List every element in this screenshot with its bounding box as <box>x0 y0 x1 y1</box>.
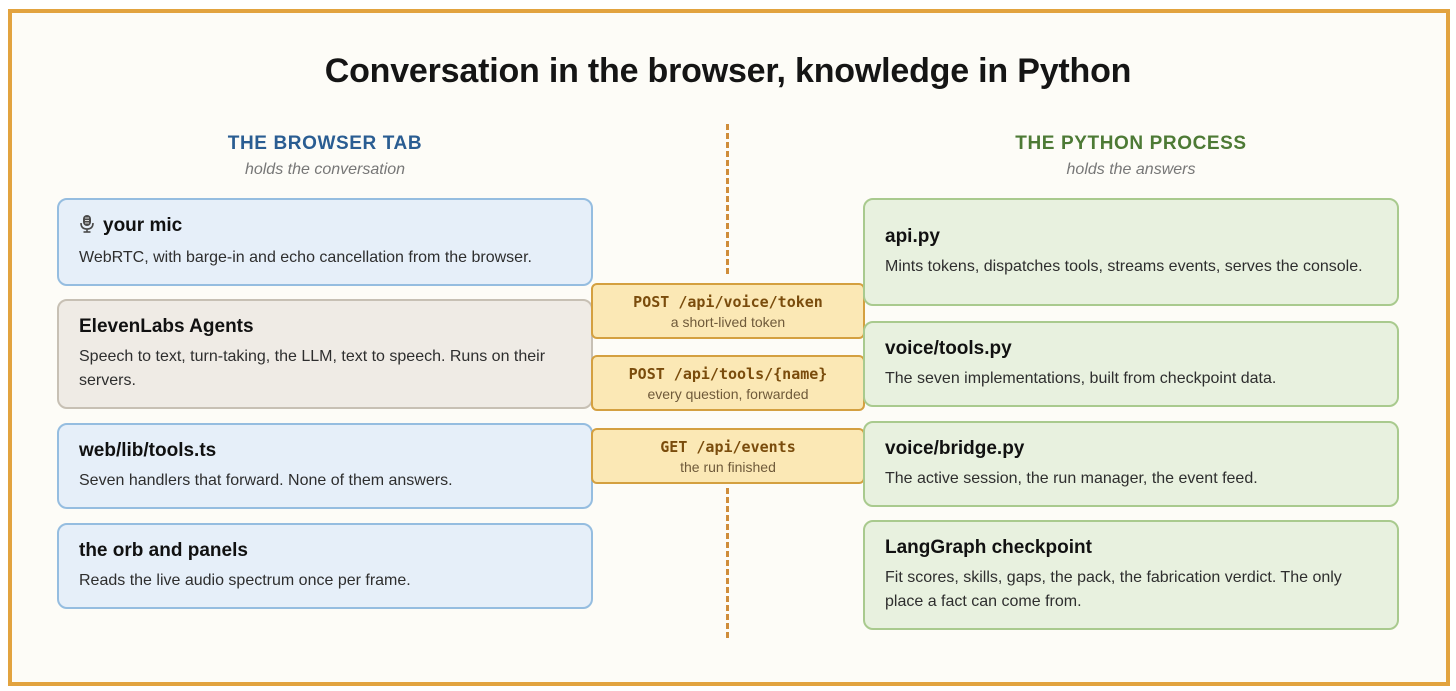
browser-box-tools-ts-title: web/lib/tools.ts <box>79 439 217 461</box>
endpoint-voice-token-route: POST /api/voice/token <box>633 292 823 311</box>
endpoint-tools: POST /api/tools/{name} every question, f… <box>591 355 865 411</box>
endpoint-events-route: GET /api/events <box>660 437 796 456</box>
browser-box-orb-title: the orb and panels <box>79 539 248 561</box>
python-box-api-title: api.py <box>885 225 940 247</box>
divider-top <box>726 124 729 274</box>
python-box-checkpoint: LangGraph checkpoint Fit scores, skills,… <box>863 520 1399 630</box>
python-box-voice-tools-title: voice/tools.py <box>885 337 1012 359</box>
browser-box-orb-desc: Reads the live audio spectrum once per f… <box>79 571 411 589</box>
python-box-bridge-desc: The active session, the run manager, the… <box>885 469 1258 487</box>
browser-box-tools-ts: web/lib/tools.ts Seven handlers that for… <box>57 423 593 509</box>
python-box-voice-tools: voice/tools.py The seven implementations… <box>863 321 1399 407</box>
python-box-checkpoint-title: LangGraph checkpoint <box>885 536 1092 558</box>
browser-box-mic-desc: WebRTC, with barge-in and echo cancellat… <box>79 249 532 266</box>
browser-box-elevenlabs-title: ElevenLabs Agents <box>79 315 254 337</box>
python-process-subheading: holds the answers <box>1066 161 1196 178</box>
browser-box-elevenlabs-desc: Speech to text, turn-taking, the LLM, te… <box>79 347 546 389</box>
python-box-checkpoint-desc: Fit scores, skills, gaps, the pack, the … <box>885 568 1342 610</box>
browser-tab-heading: THE BROWSER TAB <box>227 133 423 154</box>
python-box-api: api.py Mints tokens, dispatches tools, s… <box>863 198 1399 306</box>
endpoint-voice-token: POST /api/voice/token a short-lived toke… <box>591 283 865 339</box>
python-box-voice-tools-desc: The seven implementations, built from ch… <box>885 369 1277 387</box>
browser-box-elevenlabs: ElevenLabs Agents Speech to text, turn-t… <box>57 299 593 409</box>
browser-tab-subheading: holds the conversation <box>244 161 406 178</box>
browser-box-tools-ts-desc: Seven handlers that forward. None of the… <box>79 471 453 489</box>
python-box-bridge-title: voice/bridge.py <box>885 437 1025 459</box>
microphone-icon <box>79 214 97 239</box>
endpoint-voice-token-note: a short-lived token <box>670 313 786 330</box>
browser-box-mic-title: your mic <box>103 215 183 236</box>
browser-box-mic: your mic WebRTC, with barge-in and echo … <box>57 198 593 286</box>
python-box-api-desc: Mints tokens, dispatches tools, streams … <box>885 257 1363 275</box>
python-box-bridge: voice/bridge.py The active session, the … <box>863 421 1399 507</box>
endpoint-events: GET /api/events the run finished <box>591 428 865 484</box>
endpoint-events-note: the run finished <box>680 458 776 475</box>
divider-bottom <box>726 488 729 638</box>
endpoint-tools-route: POST /api/tools/{name} <box>628 364 828 383</box>
python-process-heading: THE PYTHON PROCESS <box>1015 133 1247 154</box>
diagram-title: Conversation in the browser, knowledge i… <box>324 52 1132 90</box>
endpoint-tools-note: every question, forwarded <box>647 385 809 402</box>
browser-box-orb: the orb and panels Reads the live audio … <box>57 523 593 609</box>
